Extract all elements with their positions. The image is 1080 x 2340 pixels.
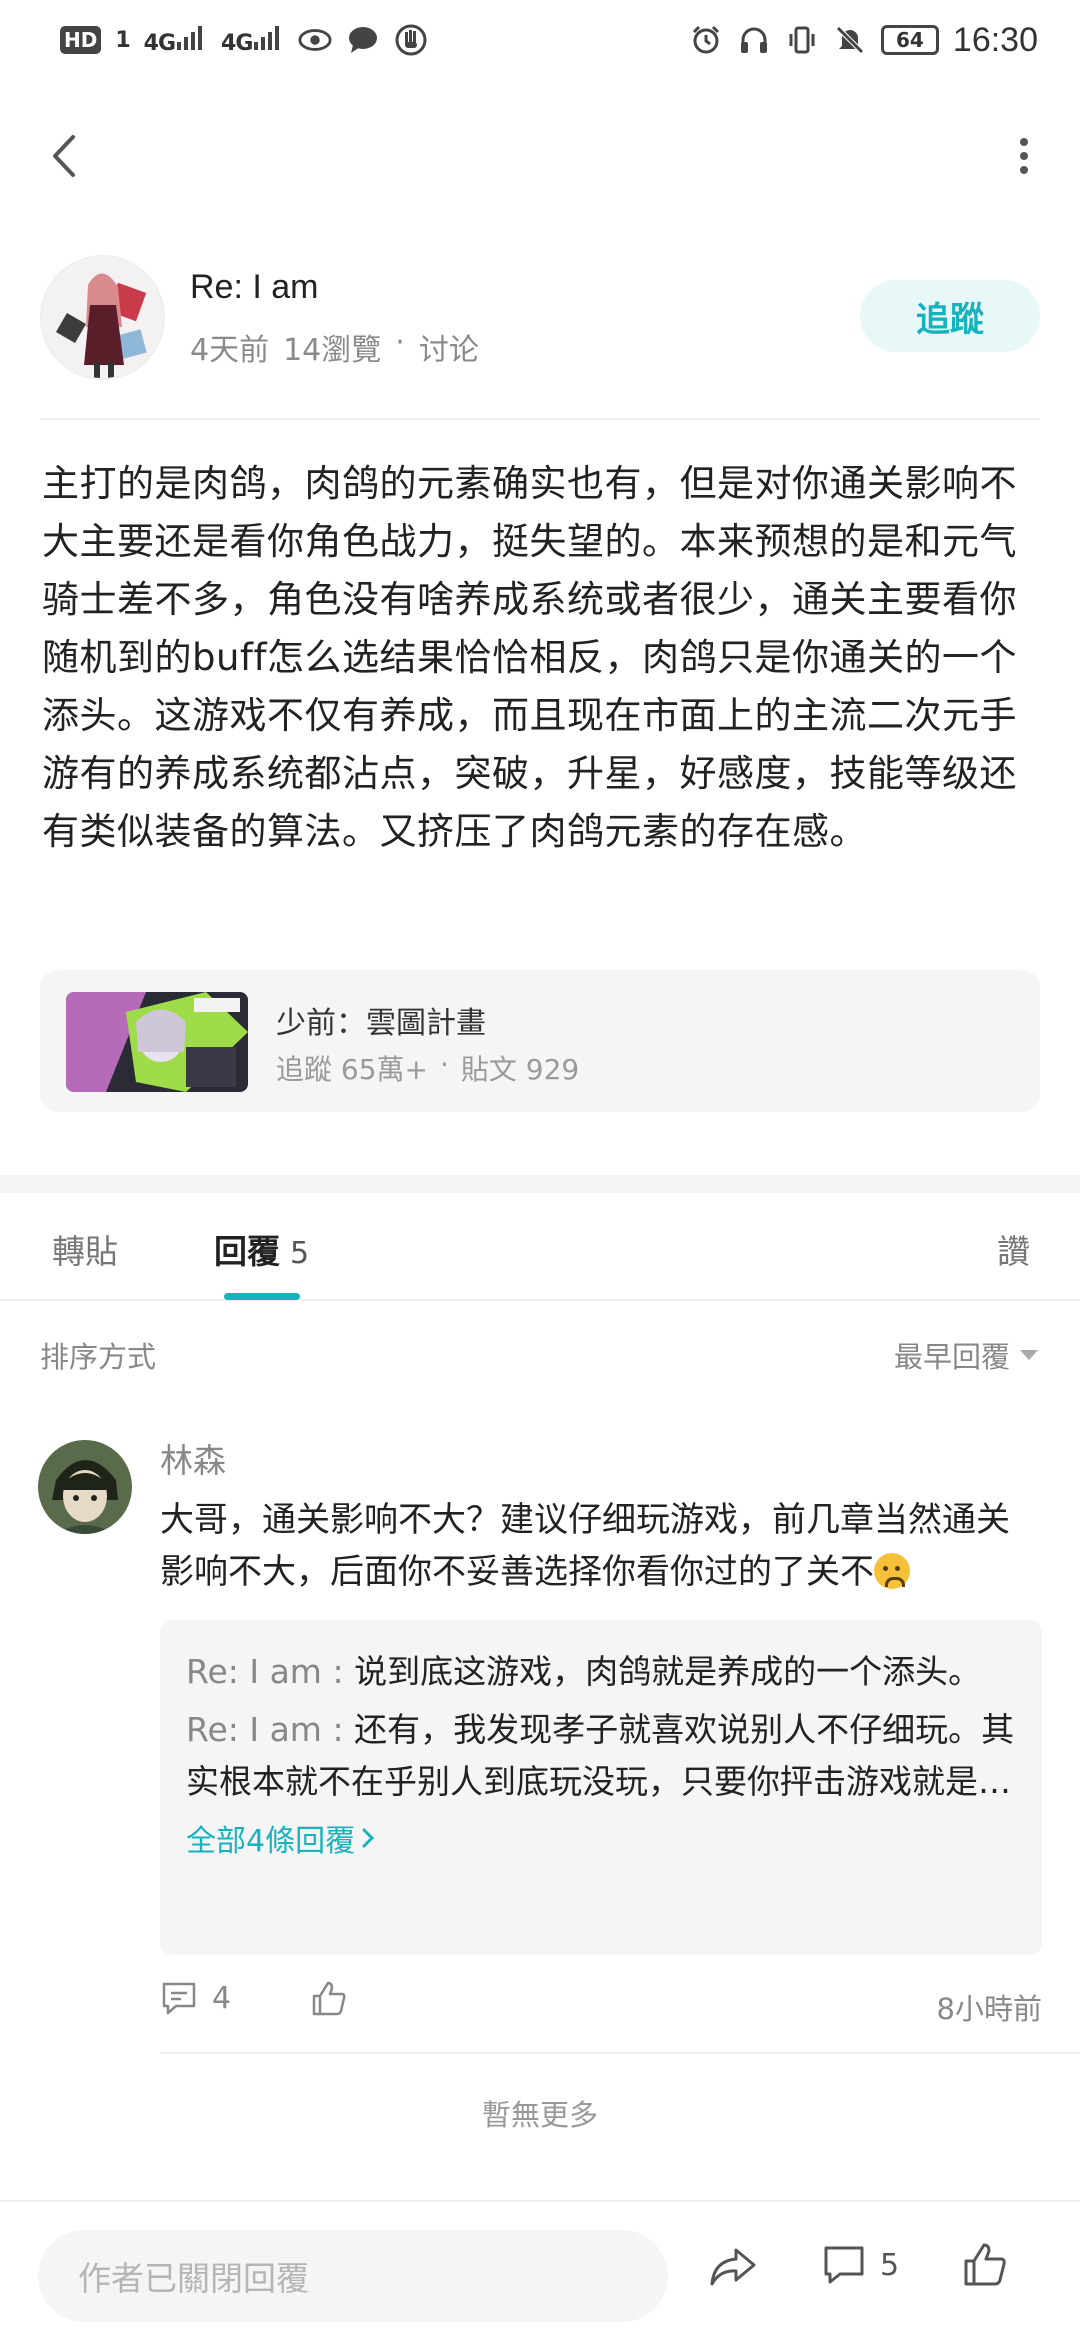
sort-dropdown[interactable]: 最早回覆 [894,1334,1040,1376]
follow-button[interactable]: 追蹤 [860,280,1040,352]
view-all-replies-label: 全部4條回覆 [186,1824,356,1859]
bottom-bar: 作者已關閉回覆 5 [0,2200,1080,2340]
game-thumbnail [66,992,248,1092]
thumbs-up-icon [964,2243,1006,2286]
chevron-right-icon [362,1828,375,1848]
comment-button[interactable]: 5 [822,2244,899,2286]
signal-4g-label: 4G [143,31,176,56]
game-card[interactable]: 少前：雲圖計畫 追蹤 65萬+ · 貼文 929 [40,970,1040,1112]
sub-reply-text: 说到底这游戏，肉鸽就是养成的一个添头。 [354,1652,982,1691]
sub-reply-separator: : [321,1652,355,1691]
mute-bell-icon [833,23,867,57]
more-options-button[interactable] [996,128,1052,184]
like-button[interactable] [962,2242,1008,2292]
signal-4g-icon: 4G [144,24,207,56]
tab-bar: 轉貼 回覆 5 讚 [0,1193,1080,1301]
comment-icon [824,2246,864,2284]
thumbs-up-icon [312,1981,346,2016]
meta-dot: · [395,325,405,360]
post-body: 主打的是肉鸽，肉鸽的元素确实也有，但是对你通关影响不大主要还是看你角色战力，挺失… [42,462,1017,853]
no-more-label: 暫無更多 [481,2098,598,2132]
section-gap [0,1175,1080,1193]
share-button[interactable] [708,2244,758,2292]
reply-actions: 4 8小時前 [160,1980,1042,2030]
tab-reply[interactable]: 回覆 5 [214,1225,309,1273]
eye-icon [298,23,332,57]
reply-author-name[interactable]: 林森 [160,1434,226,1482]
divider [40,418,1040,420]
status-right: 64 16:30 [689,21,1038,60]
post-time: 4天前 [190,333,270,368]
post-author: Re: I am 4天前 14瀏覽 · 讨论 追蹤 [40,250,1040,380]
divider [160,2052,1080,2054]
game-stats: 追蹤 65萬+ · 貼文 929 [276,1048,579,1088]
post-views: 14瀏覽 [283,333,382,368]
share-icon [710,2248,756,2286]
signal-4g-label-2: 4G [221,31,253,56]
game-title: 少前：雲圖計畫 [276,1006,486,1041]
more-vertical-icon [1020,138,1028,174]
clock: 16:30 [952,20,1038,59]
reply-avatar[interactable] [38,1440,132,1534]
chevron-left-icon [53,135,75,177]
tab-like[interactable]: 讚 [997,1225,1030,1273]
sub-reply-item: Re: I am : 还有，我发现孝子就喜欢说别人不仔细玩。其实根本就不在乎别人… [186,1704,1016,1808]
game-posts: 貼文 929 [460,1053,580,1086]
sub-reply-separator: : [321,1710,355,1749]
message-icon [346,23,380,57]
reply-like-button[interactable] [310,1980,348,2022]
tab-reply-label: 回覆 [214,1232,280,1271]
stats-dot: · [440,1048,449,1081]
tab-repost[interactable]: 轉貼 [52,1225,118,1273]
status-bar: HD 1 4G 4G 64 16:30 [0,0,1080,80]
caret-down-icon [1020,1350,1038,1360]
headphones-icon [737,23,771,57]
vibrate-icon [785,23,819,57]
comment-count: 5 [880,2247,900,2283]
sim-indicator: 1 [115,27,130,53]
sort-value: 最早回覆 [893,1340,1010,1374]
reply-comment-button[interactable]: 4 [160,1980,231,2016]
status-left: HD 1 4G 4G [60,23,428,57]
hand-icon [394,23,428,57]
tab-reply-count: 5 [290,1236,310,1271]
top-nav [0,110,1080,200]
alarm-icon [689,23,723,57]
post-meta: 4天前 14瀏覽 · 讨论 [190,325,479,369]
sub-reply-author[interactable]: Re: I am [186,1710,322,1749]
sub-replies-box[interactable]: Re: I am : 说到底这游戏，肉鸽就是养成的一个添头。 Re: I am … [160,1620,1042,1955]
hd-badge: HD [60,26,102,54]
sub-reply-author[interactable]: Re: I am [186,1652,322,1691]
view-all-replies-link[interactable]: 全部4條回覆 [186,1816,1016,1860]
battery-icon: 64 [880,25,939,55]
comment-icon [162,1982,196,2015]
back-button[interactable] [36,128,92,184]
reply-comment-count: 4 [212,1980,232,2016]
active-tab-indicator [224,1293,300,1300]
reply-time: 8小時前 [936,1992,1042,2026]
sub-reply-item: Re: I am : 说到底这游戏，肉鸽就是养成的一个添头。 [186,1646,1016,1698]
sad-face-emoji-icon [874,1553,910,1589]
author-avatar[interactable] [40,255,165,380]
reply-input[interactable]: 作者已關閉回覆 [38,2230,668,2322]
game-followers: 追蹤 65萬+ [276,1053,428,1086]
reply-text: 大哥，通关影响不大？建议仔细玩游戏，前几章当然通关影响不大，后面你不妥善选择你看… [160,1494,1040,1598]
sort-label: 排序方式 [40,1340,157,1374]
signal-4g-icon-2: 4G [221,24,284,56]
sort-row: 排序方式 最早回覆 [40,1330,1040,1380]
author-name[interactable]: Re: I am [190,268,318,307]
post-category[interactable]: 讨论 [419,325,479,369]
